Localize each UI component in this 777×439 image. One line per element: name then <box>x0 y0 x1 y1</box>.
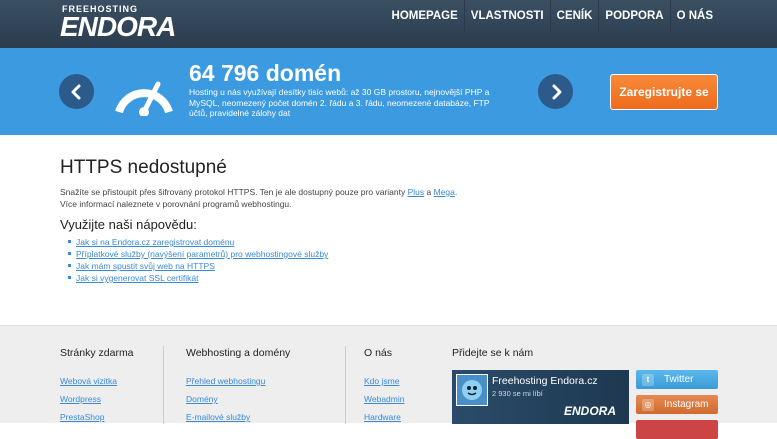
help-link-https[interactable]: Jak mám spustit svůj web na HTTPS <box>76 261 215 271</box>
footer-link-kdo-jsme[interactable]: Kdo jsme <box>364 376 404 387</box>
carousel-next-button[interactable] <box>538 74 573 109</box>
facebook-page-name[interactable]: Freehosting Endora.cz <box>492 375 598 387</box>
hero-description: Hosting u nás využívají desítky tisíc we… <box>189 87 490 118</box>
https-info-text: Snažíte se přistoupit přes šifrovaný pro… <box>60 187 408 197</box>
facebook-widget[interactable]: Freehosting Endora.cz 2 930 se mi líbí E… <box>452 370 629 424</box>
instagram-label: Instagram <box>664 399 709 410</box>
footer-col-title: O nás <box>364 347 393 359</box>
twitter-icon: t <box>642 373 654 386</box>
https-info-end: . <box>454 187 458 197</box>
footer-col-about: O nás Kdo jsme Webadmin Hardware <box>364 347 404 430</box>
list-item: Příplatkové služby (navýšení parametrů) … <box>68 248 777 260</box>
nav-podpora[interactable]: PODPORA <box>598 0 669 32</box>
plus-link[interactable]: Plus <box>408 187 425 197</box>
instagram-icon: ◎ <box>642 398 654 411</box>
footer: Stránky zdarma Webová vizitka Wordpress … <box>0 325 777 439</box>
instagram-button[interactable]: ◎ Instagram <box>636 395 718 414</box>
nav-o-nas[interactable]: O NÁS <box>669 0 719 32</box>
help-title: Využijte naši nápovědu: <box>60 217 197 232</box>
footer-divider <box>345 346 346 424</box>
hero-text: 64 796 domén Hosting u nás využívají des… <box>189 60 509 119</box>
footer-col-hosting: Webhosting a domény Přehled webhostingu … <box>186 347 290 430</box>
footer-link-domeny[interactable]: Domény <box>186 394 290 405</box>
twitter-label: Twitter <box>664 374 694 385</box>
main-nav: HOMEPAGE VLASTNOSTI CENÍK PODPORA O NÁS <box>386 0 719 32</box>
footer-col-title: Stránky zdarma <box>60 347 134 359</box>
footer-link-webadmin[interactable]: Webadmin <box>364 394 404 405</box>
mascot-icon <box>462 380 482 400</box>
main-content: HTTPS nedostupné Snažíte se přistoupit p… <box>0 135 777 325</box>
endora-logo[interactable]: FREEHOSTING ENDORA <box>60 4 200 44</box>
top-bar: FREEHOSTING ENDORA HOMEPAGE VLASTNOSTI C… <box>0 0 777 48</box>
facebook-like-count: 2 930 se mi líbí <box>492 389 543 398</box>
register-button[interactable]: Zaregistrujte se <box>610 74 718 110</box>
logo-wordmark: ENDORA <box>60 11 176 42</box>
page-title: HTTPS nedostupné <box>60 157 227 178</box>
footer-col-title: Přidejte se k nám <box>452 347 534 359</box>
footer-link-hardware[interactable]: Hardware <box>364 412 404 423</box>
help-links: Jak si na Endora.cz zaregistrovat doménu… <box>60 236 777 284</box>
https-info-and: a <box>424 187 434 197</box>
footer-divider <box>163 346 164 424</box>
footer-col-title: Webhosting a domény <box>186 347 291 359</box>
chevron-right-icon <box>552 84 561 99</box>
compare-info: Více informací naleznete v porovnání pro… <box>60 199 292 209</box>
nav-vlastnosti[interactable]: VLASTNOSTI <box>463 0 550 32</box>
carousel-prev-button[interactable] <box>59 74 94 109</box>
nav-cenik[interactable]: CENÍK <box>549 0 599 32</box>
chevron-left-icon <box>71 84 80 99</box>
nav-homepage[interactable]: HOMEPAGE <box>386 0 464 32</box>
footer-link-vizitka[interactable]: Webová vizitka <box>60 376 134 387</box>
list-item: Jak si vygenerovat SSL certifikát <box>68 272 777 284</box>
help-link-register-domain[interactable]: Jak si na Endora.cz zaregistrovat doménu <box>76 237 234 247</box>
https-info: Snažíte se přistoupit přes šifrovaný pro… <box>60 186 777 210</box>
footer-link-email[interactable]: E-mailové služby <box>186 412 290 423</box>
footer-link-wordpress[interactable]: Wordpress <box>60 394 134 405</box>
help-link-paid-services[interactable]: Příplatkové služby (navýšení parametrů) … <box>76 249 328 259</box>
list-item: Jak mám spustit svůj web na HTTPS <box>68 260 777 272</box>
mega-link[interactable]: Mega <box>434 187 455 197</box>
footer-col-free-sites: Stránky zdarma Webová vizitka Wordpress … <box>60 347 134 430</box>
footer-link-webhosting[interactable]: Přehled webhostingu <box>186 376 290 387</box>
hero-title: 64 796 domén <box>189 60 342 86</box>
help-link-ssl[interactable]: Jak si vygenerovat SSL certifikát <box>76 273 199 283</box>
facebook-page-avatar <box>456 374 488 406</box>
speedometer-icon <box>115 81 173 116</box>
footer-link-prestashop[interactable]: PrestaShop <box>60 412 134 423</box>
twitter-button[interactable]: t Twitter <box>636 370 718 389</box>
facebook-cover-logo: ENDORA <box>564 404 617 418</box>
list-item: Jak si na Endora.cz zaregistrovat doménu <box>68 236 777 248</box>
hero-banner: 64 796 domén Hosting u nás využívají des… <box>0 48 777 135</box>
